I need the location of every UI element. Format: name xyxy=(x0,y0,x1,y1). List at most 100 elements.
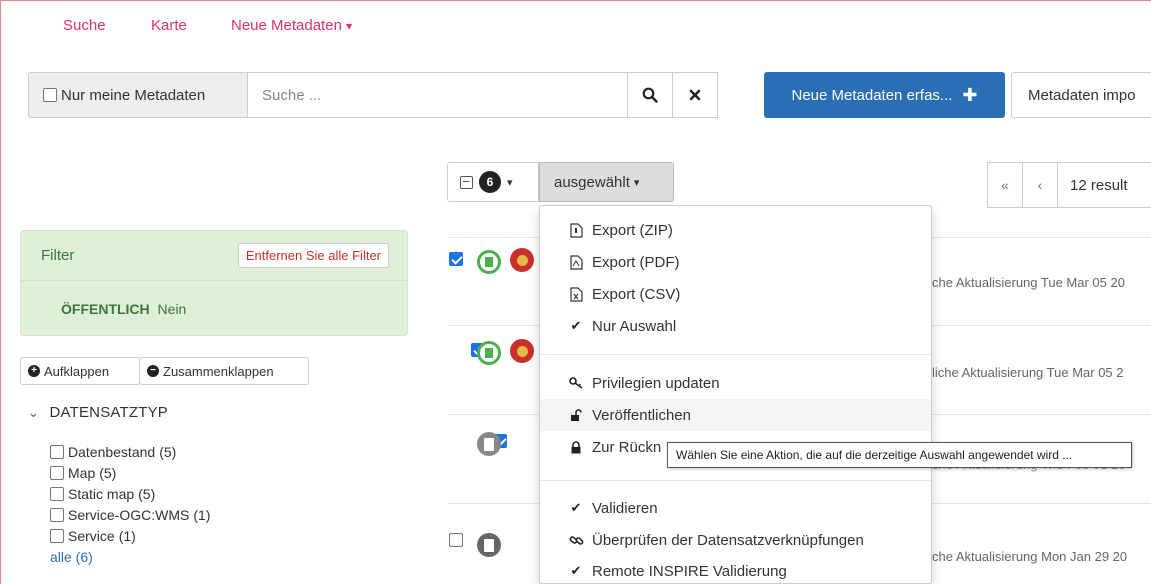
menu-validate[interactable]: ✔ Validieren xyxy=(540,492,931,524)
menu-export-csv[interactable]: Export (CSV) xyxy=(540,278,931,310)
top-nav: Suche Karte Neue Metadaten ▾ xyxy=(0,0,1151,50)
dataset-icon xyxy=(477,250,501,274)
expand-label: Aufklappen xyxy=(44,363,110,379)
menu-divider xyxy=(540,480,931,481)
first-page-button[interactable]: « xyxy=(987,162,1023,208)
minus-circle-icon: − xyxy=(147,365,159,377)
menu-check-links[interactable]: Überprüfen der Datensatzverknüpfungen xyxy=(540,524,931,556)
lock-icon xyxy=(568,440,584,454)
check-icon: ✔ xyxy=(570,318,582,333)
check-icon: ✔ xyxy=(570,500,582,515)
facet-checkbox[interactable] xyxy=(50,528,64,543)
facet-label: Service xyxy=(68,527,115,544)
menu-label: Nur Auswahl xyxy=(592,317,677,335)
collapse-label: Zusammenklappen xyxy=(163,363,274,379)
menu-label: Export (PDF) xyxy=(592,253,680,271)
selection-dropdown-label: ausgewählt xyxy=(554,173,630,191)
only-mine-toggle[interactable]: Nur meine Metadaten xyxy=(28,72,248,118)
expand-all-button[interactable]: + Aufklappen xyxy=(20,357,140,385)
nav-new-metadata-label: Neue Metadaten xyxy=(231,17,342,34)
facet-label: Service-OGC:WMS xyxy=(68,506,190,523)
collapse-square-icon xyxy=(460,175,473,189)
pagination: « ‹ 12 result xyxy=(987,162,1151,208)
key-icon xyxy=(568,377,584,389)
selection-actions-menu: Export (ZIP) Export (PDF) Export (CSV) ✔… xyxy=(539,205,932,584)
facet-group-title: DATENSATZTYP xyxy=(49,404,168,421)
facet-count: (1) xyxy=(193,506,211,523)
plus-icon: ✚ xyxy=(962,84,978,105)
selection-actions-dropdown[interactable]: ausgewählt ▾ xyxy=(539,162,674,202)
search-input[interactable]: Suche ... xyxy=(248,72,628,118)
menu-export-zip[interactable]: Export (ZIP) xyxy=(540,214,931,246)
filter-title: Filter xyxy=(41,247,75,264)
result-update-date: liche Aktualisierung Tue Mar 05 2 xyxy=(932,365,1124,380)
facet-item[interactable]: Datenbestand (5) xyxy=(50,441,210,462)
search-icon xyxy=(642,87,658,103)
result-checkbox[interactable] xyxy=(449,533,463,547)
file-pdf-icon xyxy=(568,254,584,270)
facet-all-link[interactable]: alle (6) xyxy=(50,546,210,567)
facet-checkbox[interactable] xyxy=(50,465,64,480)
filter-key: ÖFFENTLICH xyxy=(61,301,150,317)
plus-circle-icon: + xyxy=(28,365,40,377)
file-excel-icon xyxy=(568,286,584,302)
menu-label: Zur Rückn xyxy=(592,438,662,456)
filter-panel: Filter Entfernen Sie alle Filter ÖFFENTL… xyxy=(20,230,408,336)
previous-page-button[interactable]: ‹ xyxy=(1022,162,1058,208)
nav-new-metadata[interactable]: Neue Metadaten ▾ xyxy=(231,17,352,34)
menu-label: Remote INSPIRE Validierung xyxy=(592,562,787,580)
facet-checkbox[interactable] xyxy=(50,507,64,522)
facet-count: (5) xyxy=(159,443,177,460)
nav-map[interactable]: Karte xyxy=(151,17,187,34)
facet-count: (5) xyxy=(138,485,156,502)
facet-count: (5) xyxy=(99,464,117,481)
result-update-date: che Aktualisierung Tue Mar 05 20 xyxy=(932,275,1125,290)
chevron-down-icon: ▾ xyxy=(633,176,640,189)
facet-count: (1) xyxy=(118,527,136,544)
menu-label: Validieren xyxy=(592,499,658,517)
document-icon xyxy=(477,533,501,557)
menu-export-pdf[interactable]: Export (PDF) xyxy=(540,246,931,278)
remove-all-filters-button[interactable]: Entfernen Sie alle Filter xyxy=(237,243,389,268)
active-filter[interactable]: ÖFFENTLICH Nein xyxy=(21,281,407,317)
unlock-icon xyxy=(568,408,584,422)
menu-inspire-validation[interactable]: ✔ Remote INSPIRE Validierung xyxy=(540,555,931,584)
check-icon: ✔ xyxy=(570,563,582,578)
nav-search[interactable]: Suche xyxy=(63,17,106,34)
collapse-all-button[interactable]: − Zusammenklappen xyxy=(139,357,309,385)
dataset-icon xyxy=(477,341,501,365)
only-mine-checkbox[interactable] xyxy=(43,88,57,102)
facet-item[interactable]: Service-OGC:WMS (1) xyxy=(50,504,210,525)
chevron-down-icon: ▾ xyxy=(507,176,513,189)
menu-publish[interactable]: Veröffentlichen xyxy=(540,399,931,431)
menu-label: Privilegien updaten xyxy=(592,374,720,392)
menu-update-privileges[interactable]: Privilegien updaten xyxy=(540,367,931,399)
facet-checkbox[interactable] xyxy=(50,444,64,459)
new-metadata-button[interactable]: Neue Metadaten erfas... ✚ xyxy=(764,72,1005,118)
search-button[interactable] xyxy=(627,72,673,118)
not-published-icon xyxy=(510,248,534,272)
map-icon xyxy=(477,432,501,456)
facet-checkbox[interactable] xyxy=(50,486,64,501)
results-count: 12 result xyxy=(1057,162,1151,208)
result-update-date: che Aktualisierung Mon Jan 29 20 xyxy=(932,549,1128,564)
new-metadata-button-label: Neue Metadaten erfas... xyxy=(791,86,953,104)
filter-value: Nein xyxy=(157,301,187,317)
chevron-down-icon: ▾ xyxy=(346,19,353,33)
filter-header: Filter Entfernen Sie alle Filter xyxy=(21,231,407,281)
import-metadata-button[interactable]: Metadaten impo xyxy=(1011,72,1151,118)
facet-item[interactable]: Map (5) xyxy=(50,462,210,483)
facet-group-header[interactable]: ⌄ DATENSATZTYP xyxy=(28,404,168,421)
result-checkbox[interactable] xyxy=(449,252,463,267)
facet-item[interactable]: Service (1) xyxy=(50,525,210,546)
clear-search-button[interactable] xyxy=(672,72,718,118)
menu-only-selection[interactable]: ✔ Nur Auswahl xyxy=(540,310,931,342)
close-icon xyxy=(689,89,701,101)
selection-toggle[interactable]: 6 ▾ xyxy=(447,162,539,202)
menu-label: Überprüfen der Datensatzverknüpfungen xyxy=(592,531,864,549)
only-mine-label: Nur meine Metadaten xyxy=(61,86,206,104)
facet-item[interactable]: Static map (5) xyxy=(50,483,210,504)
menu-label: Export (ZIP) xyxy=(592,221,673,239)
file-zip-icon xyxy=(568,222,584,238)
facet-label: Map xyxy=(68,464,96,481)
